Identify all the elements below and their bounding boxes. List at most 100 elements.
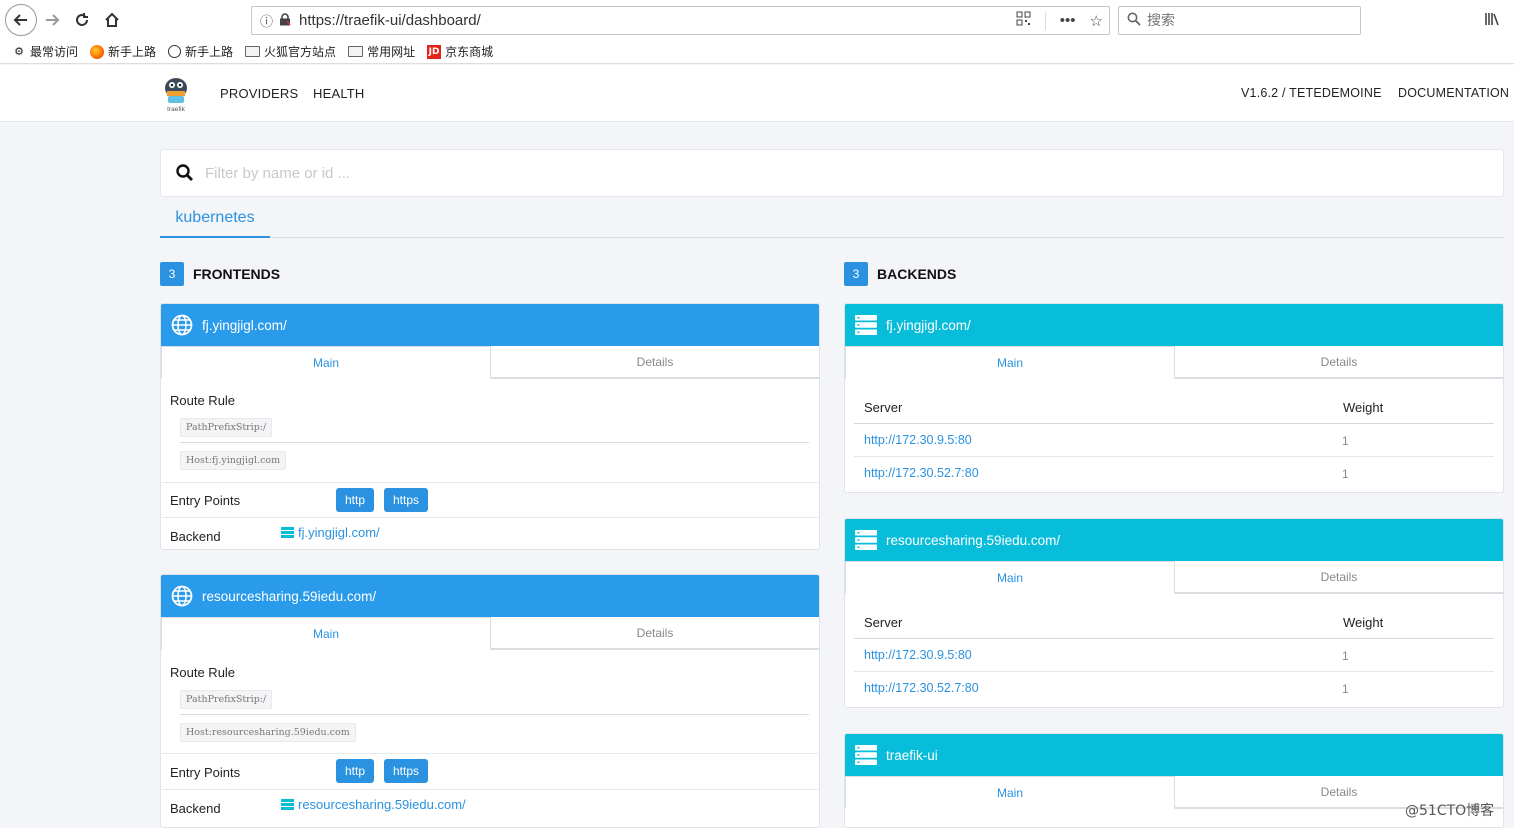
backend-card-header: resourcesharing.59iedu.com/ xyxy=(845,519,1503,561)
route-rule-label: Route Rule xyxy=(170,393,236,408)
library-icon[interactable] xyxy=(1484,11,1500,32)
entry-point-https[interactable]: https xyxy=(384,488,429,512)
backends-header: 3 BACKENDS xyxy=(844,262,956,286)
tab-details[interactable]: Details xyxy=(1175,346,1503,378)
star-bookmark-icon[interactable]: ☆ xyxy=(1090,12,1103,30)
version-link[interactable]: V1.6.2 / TETEDEMOINE xyxy=(1241,86,1382,100)
route-rule-chip: Host:resourcesharing.59iedu.com xyxy=(180,723,356,742)
bookmark-getting-started[interactable]: 新手上路 xyxy=(90,43,156,60)
bookmark-common-sites[interactable]: 常用网址 xyxy=(348,43,415,60)
tab-details[interactable]: Details xyxy=(1175,561,1503,593)
weight-column-header: Weight xyxy=(1343,400,1384,415)
qr-code-icon[interactable] xyxy=(1016,11,1031,30)
server-icon xyxy=(855,315,877,335)
backend-label: Backend xyxy=(170,801,221,816)
backend-tabs: Main Details xyxy=(845,561,1503,594)
tab-kubernetes[interactable]: kubernetes xyxy=(160,200,270,238)
browser-toolbar: ⓘ https://traefik-ui/dashboard/ ••• ☆ xyxy=(0,0,1514,40)
frontend-card: fj.yingjigl.com/ Main Details Route Rule… xyxy=(160,303,820,550)
frontends-title: FRONTENDS xyxy=(193,266,281,282)
filter-input[interactable] xyxy=(205,164,1405,182)
bookmark-most-visited[interactable]: ⚙ 最常访问 xyxy=(12,43,78,60)
browser-search-input[interactable] xyxy=(1147,12,1347,29)
frontend-card-header: fj.yingjigl.com/ xyxy=(161,304,819,346)
globe-icon xyxy=(168,45,182,58)
server-weight: 1 xyxy=(1342,467,1349,481)
server-column-header: Server xyxy=(864,615,903,630)
nav-health[interactable]: HEALTH xyxy=(313,86,365,101)
backend-tabs: Main Details xyxy=(845,346,1503,379)
info-icon[interactable]: ⓘ xyxy=(260,11,273,30)
filter-box xyxy=(160,149,1504,197)
back-arrow-icon[interactable] xyxy=(5,4,37,36)
home-icon[interactable] xyxy=(97,5,127,35)
frontend-tabs: Main Details xyxy=(161,617,819,650)
tab-details[interactable]: Details xyxy=(491,617,819,649)
server-column-header: Server xyxy=(864,400,903,415)
server-icon xyxy=(855,745,877,765)
tab-main[interactable]: Main xyxy=(845,561,1175,594)
tab-main[interactable]: Main xyxy=(161,346,491,379)
divider xyxy=(854,423,1494,424)
server-icon xyxy=(855,530,877,550)
frontend-name: fj.yingjigl.com/ xyxy=(202,317,287,333)
server-icon xyxy=(281,527,294,538)
svg-text:traefik: traefik xyxy=(167,106,185,113)
bookmarks-toolbar: ⚙ 最常访问 新手上路 新手上路 火狐官方站点 常用网址 JD 京东商城 xyxy=(0,40,1514,64)
tab-main[interactable]: Main xyxy=(161,617,491,650)
provider-tabs: kubernetes xyxy=(160,200,1504,238)
divider xyxy=(162,517,818,518)
gear-icon: ⚙ xyxy=(14,45,24,58)
jd-icon: JD xyxy=(427,44,442,59)
backend-link[interactable]: resourcesharing.59iedu.com/ xyxy=(281,797,466,812)
backend-card-header: traefik-ui xyxy=(845,734,1503,776)
backends-title: BACKENDS xyxy=(877,266,957,282)
search-icon xyxy=(1127,12,1141,29)
tab-main[interactable]: Main xyxy=(845,346,1175,379)
backends-count-badge: 3 xyxy=(844,262,868,286)
globe-icon xyxy=(171,585,193,607)
entry-point-https[interactable]: https xyxy=(384,759,429,783)
server-url-link[interactable]: http://172.30.52.7:80 xyxy=(864,466,979,480)
traefik-logo[interactable]: traefik xyxy=(163,73,189,113)
frontends-count-badge: 3 xyxy=(160,262,184,286)
bookmark-jd[interactable]: JD 京东商城 xyxy=(427,43,493,60)
tab-main[interactable]: Main xyxy=(845,776,1175,809)
nav-documentation[interactable]: DOCUMENTATION xyxy=(1398,86,1509,100)
url-text[interactable]: https://traefik-ui/dashboard/ xyxy=(299,12,481,29)
frontend-card-header: resourcesharing.59iedu.com/ xyxy=(161,575,819,617)
divider xyxy=(162,753,818,754)
server-url-link[interactable]: http://172.30.9.5:80 xyxy=(864,433,972,447)
backend-card: fj.yingjigl.com/ Main Details Server Wei… xyxy=(844,303,1504,493)
entry-point-http[interactable]: http xyxy=(336,488,375,512)
address-bar[interactable]: ⓘ https://traefik-ui/dashboard/ ••• ☆ xyxy=(251,6,1110,35)
divider xyxy=(162,789,818,790)
bookmark-firefox-official[interactable]: 火狐官方站点 xyxy=(245,43,336,60)
tab-details[interactable]: Details xyxy=(491,346,819,378)
backend-name: resourcesharing.59iedu.com/ xyxy=(886,532,1061,548)
divider xyxy=(180,714,809,715)
reload-icon[interactable] xyxy=(67,5,97,35)
backend-link[interactable]: fj.yingjigl.com/ xyxy=(281,525,380,540)
browser-search-box[interactable] xyxy=(1118,6,1361,35)
backend-card: resourcesharing.59iedu.com/ Main Details… xyxy=(844,518,1504,708)
divider xyxy=(854,638,1494,639)
route-rule-chip: Host:fj.yingjigl.com xyxy=(180,451,287,470)
server-weight: 1 xyxy=(1342,434,1349,448)
server-url-link[interactable]: http://172.30.52.7:80 xyxy=(864,681,979,695)
more-actions-icon[interactable]: ••• xyxy=(1060,12,1076,29)
forward-arrow-icon[interactable] xyxy=(37,5,67,35)
backend-name: traefik-ui xyxy=(886,747,938,763)
divider xyxy=(162,482,818,483)
entry-points-label: Entry Points xyxy=(170,765,241,780)
lock-icon[interactable] xyxy=(279,12,291,29)
server-weight: 1 xyxy=(1342,649,1349,663)
frontends-header: 3 FRONTENDS xyxy=(160,262,280,286)
entry-point-http[interactable]: http xyxy=(336,759,375,783)
nav-providers[interactable]: PROVIDERS xyxy=(220,86,298,101)
server-url-link[interactable]: http://172.30.9.5:80 xyxy=(864,648,972,662)
divider xyxy=(854,671,1494,672)
bookmark-getting-started-2[interactable]: 新手上路 xyxy=(168,43,233,60)
server-weight: 1 xyxy=(1342,682,1349,696)
folder-icon xyxy=(245,46,261,57)
